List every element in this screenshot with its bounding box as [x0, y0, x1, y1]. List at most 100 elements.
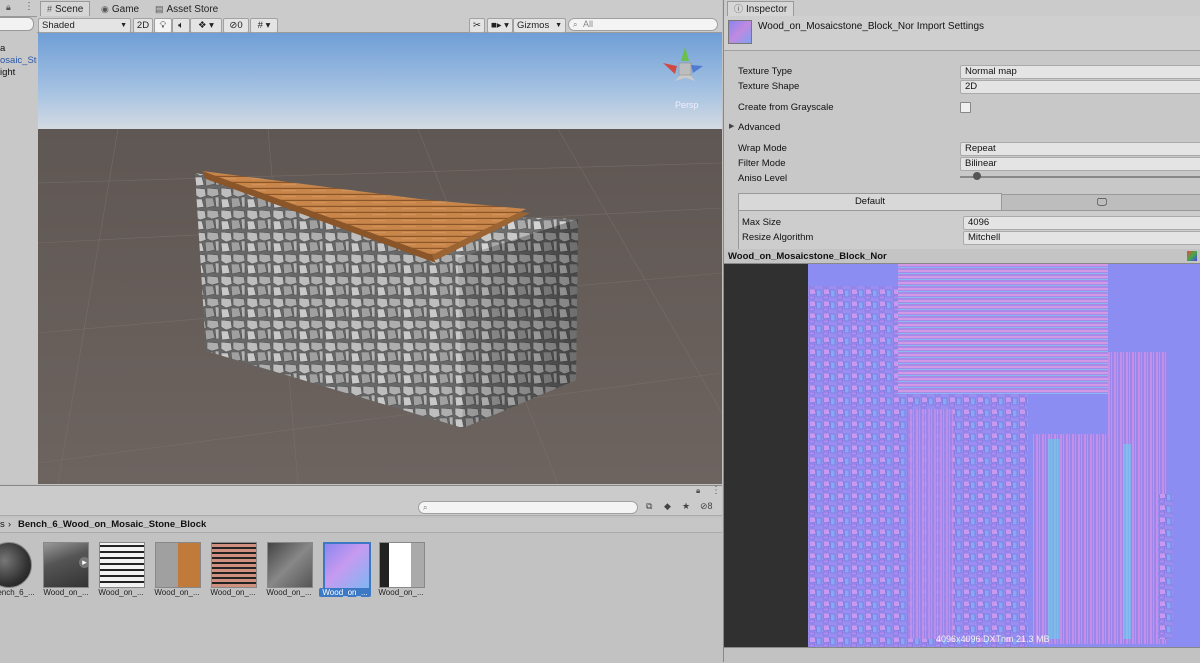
asset-thumbnail-texture[interactable]: [211, 542, 257, 588]
resize-algorithm-label: Resize Algorithm: [742, 232, 814, 243]
scene-search-input[interactable]: ⌕ All: [568, 18, 718, 31]
chevron-down-icon: ▼: [120, 22, 127, 29]
project-hidden-count: 8: [707, 501, 713, 511]
texture-shape-label: Texture Shape: [738, 81, 800, 92]
preview-channel-icon[interactable]: [1187, 251, 1197, 261]
project-search-input[interactable]: ⌕: [418, 501, 638, 514]
texture-type-label: Texture Type: [738, 66, 793, 77]
menu-icon[interactable]: ⋮: [711, 485, 721, 496]
mode-2d-toggle[interactable]: 2D: [133, 18, 153, 33]
asset-thumbnail-texture[interactable]: [267, 542, 313, 588]
chevron-down-icon: ▼: [555, 22, 562, 29]
advanced-foldout-icon[interactable]: ▶: [729, 122, 734, 130]
inspector-title: Wood_on_Mosaicstone_Block_Nor Import Set…: [758, 21, 985, 32]
advanced-foldout[interactable]: Advanced: [738, 122, 780, 133]
hidden-objects-toggle[interactable]: ⊘0: [223, 18, 249, 33]
asset-thumbnail-mesh[interactable]: ▸: [43, 542, 89, 588]
lighting-toggle[interactable]: 💡︎: [154, 18, 172, 33]
gizmos-dropdown[interactable]: Gizmos ▼: [513, 18, 566, 33]
normal-map-preview: 4096x4096 DXTnm 21.3 MB: [808, 264, 1200, 647]
aniso-level-slider-track[interactable]: [960, 176, 1200, 178]
effects-icon: ❖ ▾: [198, 20, 214, 31]
filter-type-icon[interactable]: ⧉: [646, 501, 652, 512]
asset-label: Wood_on_...: [98, 588, 144, 597]
visibility-icon[interactable]: ⊘8: [700, 501, 713, 512]
max-size-label: Max Size: [742, 217, 782, 228]
grid-dropdown[interactable]: #︎ ▾: [250, 18, 278, 33]
shading-mode-dropdown[interactable]: Shaded ▼: [38, 18, 131, 33]
camera-projection-label[interactable]: Persp: [675, 100, 699, 110]
scene-toolbar: Shaded ▼ 2D 💡︎ 🔈︎ ❖ ▾ ⊘0 #︎ ▾ ✂ ■▸ ▾ Giz…: [37, 16, 722, 33]
tab-inspector[interactable]: ⓘ Inspector: [727, 1, 795, 17]
wrap-mode-dropdown[interactable]: Repeat: [960, 142, 1200, 156]
texture-thumbnail-icon: [728, 20, 752, 44]
scene-search-placeholder: All: [583, 19, 594, 29]
project-header: 🔒︎ ⋮: [0, 485, 722, 500]
breadcrumb-current[interactable]: Bench_6_Wood_on_Mosaic_Stone_Block: [18, 519, 206, 530]
hierarchy-item[interactable]: osaic_Sto: [0, 55, 42, 66]
inspector-panel: ⓘ Inspector Wood_on_Mosaicstone_Block_Nor…: [723, 0, 1200, 249]
wrap-mode-label: Wrap Mode: [738, 143, 787, 154]
search-icon: ⌕: [573, 20, 578, 29]
asset-thumbnail-texture[interactable]: [99, 542, 145, 588]
asset-label: Wood_on_...: [266, 588, 312, 597]
search-icon: ⌕: [423, 503, 428, 512]
asset-thumbnail-texture[interactable]: [155, 542, 201, 588]
preview-header: Wood_on_Mosaicstone_Block_Nor: [724, 249, 1200, 264]
texture-type-dropdown[interactable]: Normal map: [960, 65, 1200, 79]
tab-platform-default[interactable]: Default: [738, 193, 1002, 210]
scene-tab-bar: # Scene ◉ Game ▤ Asset Store: [37, 0, 722, 17]
label-icon[interactable]: ◆: [664, 501, 671, 512]
aniso-level-label: Aniso Level: [738, 173, 788, 184]
asset-label: ench_6_...: [0, 588, 35, 597]
lock-icon[interactable]: 🔒︎: [6, 2, 11, 13]
expand-arrow-icon[interactable]: ▸: [79, 557, 88, 568]
info-icon: ⓘ: [734, 4, 744, 14]
create-from-grayscale-checkbox[interactable]: [960, 102, 971, 113]
asset-label: Wood_on_...: [210, 588, 256, 597]
preview-info: 4096x4096 DXTnm 21.3 MB: [936, 634, 1050, 644]
tab-platform-standalone[interactable]: 🖵︎: [1001, 194, 1200, 211]
asset-label: Wood_on_...: [43, 588, 89, 597]
aniso-level-slider-thumb[interactable]: [973, 172, 981, 180]
project-toolbar: ⌕ ⧉ ◆ ★ ⊘8: [0, 499, 722, 516]
effects-dropdown[interactable]: ❖ ▾: [190, 18, 222, 33]
max-size-dropdown[interactable]: 4096: [963, 216, 1200, 230]
hierarchy-item[interactable]: a: [0, 43, 5, 54]
tools-icon: ✂: [473, 20, 481, 31]
hidden-count: 0: [237, 20, 243, 31]
asset-thumbnail-texture[interactable]: [379, 542, 425, 588]
texture-preview-panel: Wood_on_Mosaicstone_Block_Nor 4096x4096 …: [723, 249, 1200, 663]
tab-game[interactable]: ◉ Game: [95, 2, 145, 16]
camera-dropdown[interactable]: ■▸ ▾: [487, 18, 513, 33]
asset-thumbnail-normal-map[interactable]: [323, 542, 371, 590]
hierarchy-item[interactable]: ight: [0, 67, 15, 78]
tab-scene[interactable]: # Scene: [40, 1, 91, 17]
breadcrumb: s › Bench_6_Wood_on_Mosaic_Stone_Block: [0, 518, 722, 533]
shading-mode-value: Shaded: [42, 20, 75, 31]
tab-asset-store-label: Asset Store: [166, 4, 219, 15]
monitor-icon: 🖵︎: [1097, 197, 1107, 208]
menu-icon[interactable]: ⋮: [24, 1, 34, 12]
scene-viewport[interactable]: Persp: [38, 33, 722, 484]
breadcrumb-separator-icon: ›: [8, 519, 11, 529]
hierarchy-panel: 🔒︎ ⋮ a osaic_Sto ight: [0, 0, 42, 484]
hierarchy-search[interactable]: [0, 17, 34, 31]
tab-asset-store[interactable]: ▤ Asset Store: [149, 2, 224, 16]
star-icon[interactable]: ★: [682, 501, 690, 512]
game-icon: ◉: [101, 4, 109, 14]
asset-label: Wood_on_...: [154, 588, 200, 597]
texture-shape-dropdown[interactable]: 2D: [960, 80, 1200, 94]
filter-mode-dropdown[interactable]: Bilinear: [960, 157, 1200, 171]
lock-icon[interactable]: 🔒︎: [696, 486, 700, 496]
asset-label: Wood_on_...: [378, 588, 424, 597]
tab-scene-label: Scene: [55, 4, 84, 15]
audio-toggle[interactable]: 🔈︎: [172, 18, 190, 33]
filter-mode-label: Filter Mode: [738, 158, 786, 169]
asset-label-selected: Wood_on_...: [319, 588, 371, 597]
breadcrumb-parent[interactable]: s: [0, 519, 5, 530]
gizmos-label: Gizmos: [517, 20, 550, 31]
tools-button[interactable]: ✂: [469, 18, 485, 33]
resize-algorithm-dropdown[interactable]: Mitchell: [963, 231, 1200, 245]
scene-icon: #: [47, 4, 53, 14]
